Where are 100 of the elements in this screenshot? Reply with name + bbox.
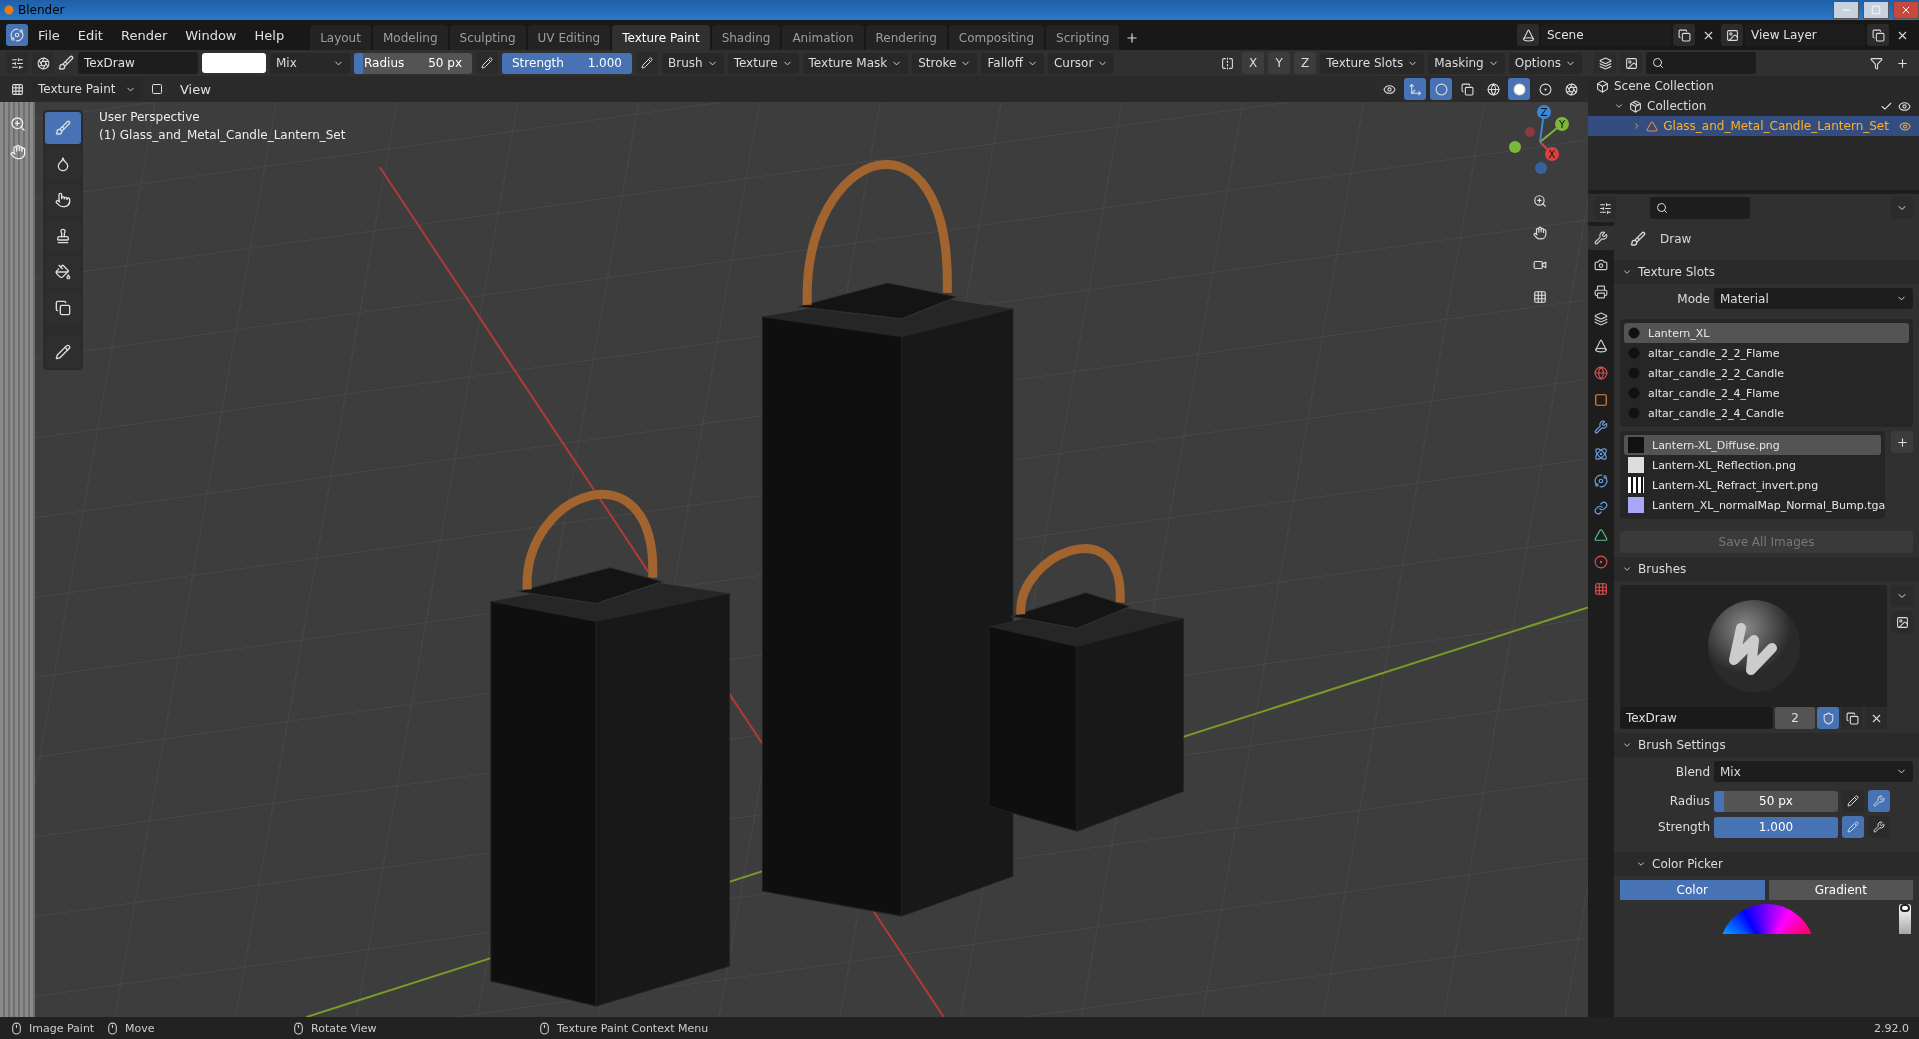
search-field[interactable] — [1646, 52, 1756, 74]
pressure-button[interactable] — [1842, 816, 1864, 838]
pressure-button[interactable] — [476, 52, 498, 74]
panel-header[interactable]: Brushes — [1614, 557, 1919, 581]
pressure-button[interactable] — [636, 52, 658, 74]
app-menu-button[interactable] — [6, 24, 28, 46]
close-button[interactable] — [1865, 707, 1887, 729]
material-item[interactable]: altar_candle_2_4_Candle — [1624, 403, 1909, 423]
header-menu-dropdown[interactable]: Cursor — [1047, 52, 1115, 74]
brush-preview[interactable] — [1620, 585, 1887, 707]
brush-tool-button[interactable] — [45, 112, 81, 144]
slider-thumb[interactable] — [1900, 904, 1910, 912]
panel-header[interactable]: Brush Settings — [1614, 733, 1919, 757]
outliner-item[interactable]: Glass_and_Metal_Candle_Lantern_Set — [1588, 116, 1919, 136]
menu-item[interactable]: Window — [177, 23, 245, 47]
color-mode-tab[interactable]: Gradient — [1768, 880, 1913, 900]
outliner-item[interactable]: Scene Collection — [1588, 76, 1919, 96]
workspace-tab[interactable]: Shading — [711, 25, 781, 51]
options-dropdown-button[interactable] — [1891, 197, 1913, 219]
material-item[interactable]: Lantern_XL — [1624, 323, 1909, 343]
add-button[interactable] — [1891, 431, 1913, 453]
brush-name-field[interactable]: TexDraw — [78, 52, 198, 74]
view-layer-field[interactable]: View Layer — [1745, 24, 1865, 46]
minimize-button[interactable] — [1833, 1, 1859, 19]
axis-toggle[interactable]: Y — [1268, 52, 1291, 74]
copy-button[interactable] — [1841, 707, 1863, 729]
image-item[interactable]: Lantern-XL_Diffuse.png — [1624, 435, 1881, 455]
slider-field[interactable]: 1.000 — [1714, 816, 1838, 838]
workspace-tab[interactable]: Layout — [310, 25, 371, 51]
menu-item[interactable]: Help — [246, 23, 293, 47]
axis-toggle[interactable]: X — [1242, 52, 1265, 74]
workspace-tab[interactable]: Sculpting — [449, 25, 526, 51]
workspace-tab[interactable]: Animation — [782, 25, 864, 51]
color-swatch[interactable] — [202, 53, 266, 73]
pressure-button[interactable] — [1842, 790, 1864, 812]
slider-field[interactable]: Strength 1.000 — [502, 52, 632, 74]
solid-shading-button[interactable] — [1508, 78, 1530, 100]
material-item[interactable]: altar_candle_2_2_Candle — [1624, 363, 1909, 383]
header-menu-dropdown[interactable]: Stroke — [912, 52, 978, 74]
close-button[interactable] — [1893, 1, 1919, 19]
editor-type-button[interactable] — [6, 52, 28, 74]
blend-dropdown[interactable]: Mix — [270, 52, 350, 74]
pan-hand-icon[interactable] — [9, 144, 26, 160]
search-field[interactable] — [1650, 197, 1750, 219]
panel-header[interactable]: Color Picker — [1614, 852, 1919, 876]
tool-tab[interactable] — [1588, 226, 1614, 250]
scene-field[interactable]: Scene — [1541, 24, 1671, 46]
axis-toggle[interactable]: Z — [1294, 52, 1317, 74]
image-item[interactable]: Lantern-XL_Reflection.png — [1624, 455, 1881, 475]
menu-item[interactable]: Edit — [69, 23, 111, 47]
header-menu-dropdown[interactable]: Texture Slots — [1320, 52, 1425, 74]
display-mode-button[interactable] — [1620, 52, 1642, 74]
search-icon — [1652, 57, 1664, 69]
users-count-field[interactable]: 2 — [1775, 707, 1815, 729]
material-item[interactable]: altar_candle_2_4_Flame — [1624, 383, 1909, 403]
scene-selector-button[interactable] — [1517, 24, 1539, 46]
slider-field[interactable]: 50 px — [1714, 790, 1838, 812]
gizmo-toggle-button[interactable] — [1404, 78, 1426, 100]
workspace-tab[interactable]: Rendering — [865, 25, 947, 51]
copy-button[interactable] — [1867, 24, 1889, 46]
color-mode-tab[interactable]: Color — [1620, 880, 1765, 900]
value-slider[interactable] — [1899, 904, 1911, 934]
blend-dropdown[interactable]: Mix — [1714, 761, 1913, 782]
menu-item[interactable]: Render — [112, 23, 176, 47]
header-menu-dropdown[interactable]: Brush — [662, 52, 724, 74]
workspace-tab[interactable]: Compositing — [948, 25, 1045, 51]
overlay-toggle-button[interactable] — [1430, 78, 1452, 100]
view-menu[interactable]: View — [172, 77, 219, 101]
header-menu-dropdown[interactable]: Texture — [727, 52, 799, 74]
workspace-tab[interactable]: UV Editing — [527, 25, 611, 51]
header-menu-dropdown[interactable]: Options — [1508, 52, 1582, 74]
maximize-button[interactable] — [1863, 1, 1889, 19]
workspace-tab[interactable]: Modeling — [372, 25, 448, 51]
editor-type-button[interactable] — [1594, 52, 1616, 74]
header-menu-dropdown[interactable]: Masking — [1428, 52, 1505, 74]
navigation-gizmo[interactable]: X Y Z — [1500, 102, 1580, 182]
menu-item[interactable]: File — [30, 23, 68, 47]
header-menu-dropdown[interactable]: Falloff — [981, 52, 1044, 74]
slider-field[interactable]: Radius 50 px — [354, 52, 472, 74]
unified-setting-button[interactable] — [1868, 790, 1890, 812]
unified-setting-button[interactable] — [1868, 816, 1890, 838]
view-layer-selector-button[interactable] — [1721, 24, 1743, 46]
link-icon — [1594, 501, 1608, 515]
outliner-item[interactable]: Collection — [1588, 96, 1919, 116]
brush-name-field[interactable]: TexDraw — [1620, 707, 1773, 729]
panel-header[interactable]: Texture Slots — [1614, 260, 1919, 284]
copy-button[interactable] — [1673, 24, 1695, 46]
image-button[interactable] — [1891, 611, 1913, 633]
solid-sphere-icon — [1512, 82, 1526, 96]
material-item[interactable]: altar_candle_2_2_Flame — [1624, 343, 1909, 363]
fake-user-button[interactable] — [1817, 707, 1839, 729]
header-menu-dropdown[interactable]: Texture Mask — [802, 52, 909, 74]
zoom-icon[interactable] — [9, 116, 26, 132]
workspace-tab[interactable]: Texture Paint — [612, 25, 710, 51]
3d-viewport[interactable]: User Perspective (1) Glass_and_Metal_Candle_Lantern_Set X Y Z — [35, 102, 1588, 1017]
image-item[interactable]: Lantern-XL_Refract_invert.png — [1624, 475, 1881, 495]
workspace-tab[interactable]: Scripting — [1046, 25, 1120, 51]
mode-dropdown[interactable]: Material — [1714, 288, 1913, 309]
editor-type-button[interactable] — [1594, 197, 1616, 219]
tool-settings-button[interactable] — [32, 52, 54, 74]
